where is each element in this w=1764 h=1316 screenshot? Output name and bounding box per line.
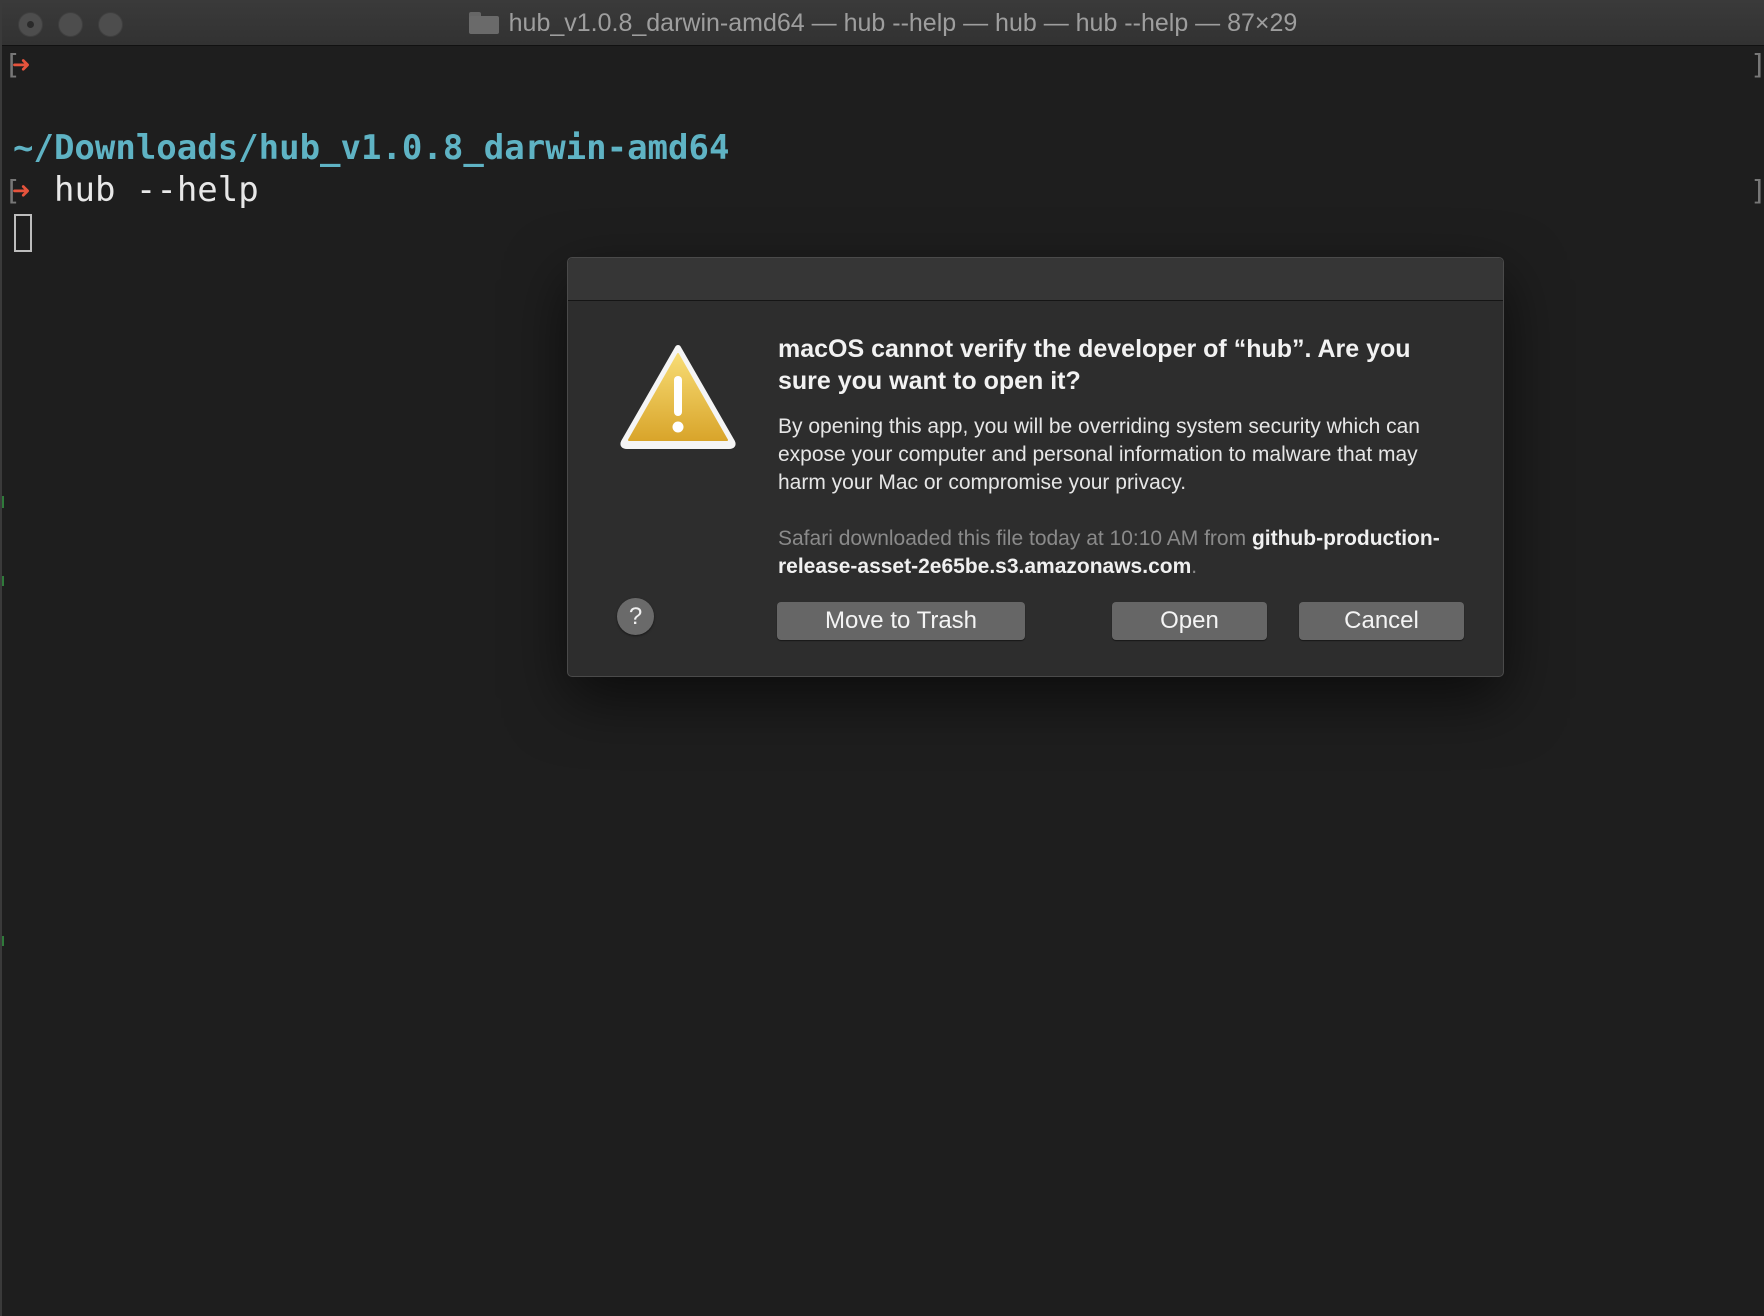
line-bracket-right: ]	[1750, 48, 1764, 81]
edge-marker	[2, 576, 4, 586]
cancel-button[interactable]: Cancel	[1299, 602, 1464, 640]
security-alert-dialog: macOS cannot verify the developer of “hu…	[567, 257, 1504, 677]
folder-icon	[468, 12, 499, 34]
title-bar[interactable]: hub_v1.0.8_darwin-amd64 — hub --help — h…	[2, 0, 1764, 46]
warning-icon	[620, 345, 736, 449]
help-button[interactable]: ?	[617, 598, 654, 635]
command-text: hub --help	[54, 170, 259, 210]
terminal-content[interactable]: [ ➜ ] ~/Downloads/hub_v1.0.8_darwin-amd6…	[2, 46, 1764, 1316]
prompt-arrow-icon: ➜	[12, 48, 31, 83]
terminal-cursor	[14, 214, 32, 252]
open-button[interactable]: Open	[1112, 602, 1267, 640]
edge-marker	[2, 936, 4, 946]
prompt-arrow-icon: ➜	[12, 174, 31, 209]
download-source-suffix: .	[1191, 555, 1198, 578]
dialog-heading: macOS cannot verify the developer of “hu…	[778, 335, 1411, 395]
dialog-message: By opening this app, you will be overrid…	[778, 415, 1420, 494]
window-title-group: hub_v1.0.8_darwin-amd64 — hub --help — h…	[2, 0, 1764, 46]
download-source-text: Safari downloaded this file today at 10:…	[778, 525, 1468, 581]
current-directory-path: ~/Downloads/hub_v1.0.8_darwin-amd64	[13, 128, 730, 168]
edge-marker	[2, 496, 4, 508]
download-source-prefix: Safari downloaded this file today at 10:…	[778, 527, 1252, 550]
move-to-trash-button[interactable]: Move to Trash	[777, 602, 1025, 640]
line-bracket-right: ]	[1750, 174, 1764, 207]
dialog-header-bar	[568, 258, 1503, 301]
window-title: hub_v1.0.8_darwin-amd64 — hub --help — h…	[508, 8, 1298, 37]
